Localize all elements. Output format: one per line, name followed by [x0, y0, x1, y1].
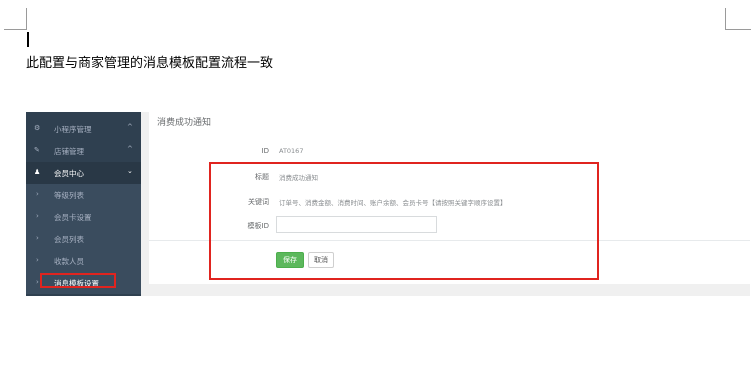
- embedded-screenshot: ⚙ 小程序管理 ^ ✎ 店铺管理 ^ ♟ 会员中心 ⌄ › 等级列表 › 会员卡…: [26, 112, 750, 296]
- sidebar-item-label: 会员卡设置: [54, 213, 92, 222]
- panel-title: 消费成功通知: [157, 118, 212, 128]
- sidebar-item-member-center[interactable]: ♟ 会员中心 ⌄: [26, 162, 141, 184]
- sidebar-item-level-list[interactable]: › 等级列表: [26, 184, 141, 206]
- crop-mark: [26, 8, 27, 30]
- text-cursor: [27, 32, 29, 47]
- id-label: ID: [261, 147, 269, 155]
- chevron-right-icon: ›: [36, 278, 39, 286]
- sidebar-item-member-card[interactable]: › 会员卡设置: [26, 206, 141, 228]
- chevron-up-icon: ^: [127, 123, 133, 131]
- sidebar: ⚙ 小程序管理 ^ ✎ 店铺管理 ^ ♟ 会员中心 ⌄ › 等级列表 › 会员卡…: [26, 112, 141, 296]
- sidebar-item-label: 等级列表: [54, 191, 84, 200]
- chevron-right-icon: ›: [36, 256, 39, 264]
- wand-icon: ✎: [34, 146, 40, 154]
- document-paragraph: 此配置与商家管理的消息模板配置流程一致: [26, 56, 274, 71]
- sidebar-item-label: 会员列表: [54, 235, 84, 244]
- chevron-right-icon: ›: [36, 212, 39, 220]
- gear-icon: ⚙: [34, 124, 41, 132]
- user-icon: ♟: [34, 168, 41, 176]
- sidebar-item-member-list[interactable]: › 会员列表: [26, 228, 141, 250]
- sidebar-item-label: 店铺管理: [54, 147, 84, 156]
- id-value: AT0167: [279, 147, 304, 155]
- highlight-box: [209, 162, 599, 280]
- sidebar-item-mini-program[interactable]: ⚙ 小程序管理 ^: [26, 118, 141, 140]
- crop-mark: [725, 29, 751, 30]
- sidebar-item-label: 会员中心: [54, 169, 84, 178]
- sidebar-item-cashier[interactable]: › 收款人员: [26, 250, 141, 272]
- chevron-up-icon: ^: [127, 145, 133, 153]
- chevron-right-icon: ›: [36, 234, 39, 242]
- chevron-right-icon: ›: [36, 190, 39, 198]
- sidebar-item-store[interactable]: ✎ 店铺管理 ^: [26, 140, 141, 162]
- highlight-box: [40, 273, 116, 288]
- sidebar-item-label: 收款人员: [54, 257, 84, 266]
- sidebar-item-label: 小程序管理: [54, 125, 92, 134]
- crop-mark: [725, 8, 726, 30]
- crop-mark: [4, 29, 27, 30]
- chevron-down-icon: ⌄: [127, 167, 133, 175]
